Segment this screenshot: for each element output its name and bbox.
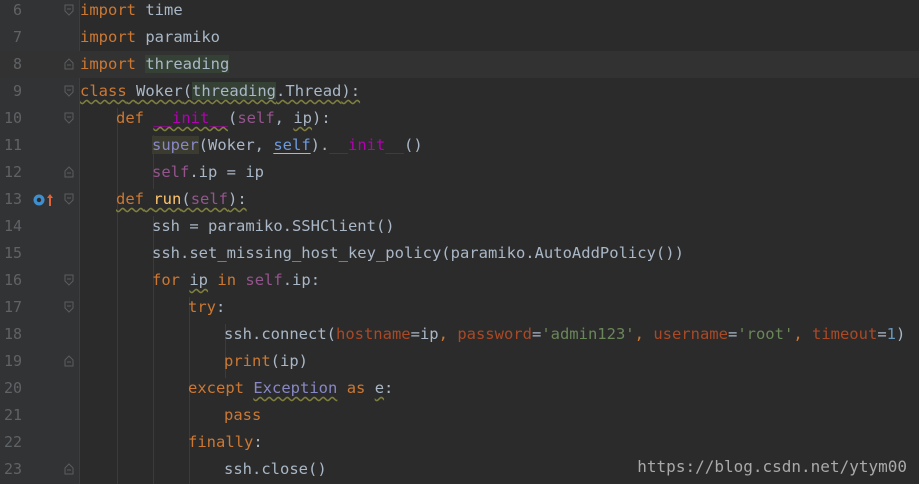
line-number: 22 — [3, 433, 22, 451]
line-number: 16 — [3, 271, 22, 289]
code-text: except Exception as e: — [188, 379, 394, 397]
code-text: import time — [80, 1, 183, 19]
code-text: pass — [224, 406, 262, 424]
line-number: 17 — [3, 298, 22, 316]
code-text: ssh.connect(hostname=ip, password='admin… — [224, 325, 906, 343]
line-number: 8 — [12, 55, 22, 73]
code-line[interactable]: 18 ssh.connect(hostname=ip, password='ad… — [0, 321, 919, 348]
watermark: https://blog.csdn.net/ytym00 — [637, 457, 907, 476]
code-text: def run(self): — [116, 190, 247, 208]
code-line[interactable]: 11 super(Woker, self).__init__() — [0, 132, 919, 159]
line-number: 21 — [3, 406, 22, 424]
fold-close-icon[interactable] — [64, 463, 74, 475]
code-line[interactable]: 19 print(ip) — [0, 348, 919, 375]
code-text: super(Woker, self).__init__() — [152, 136, 423, 154]
line-number: 6 — [12, 1, 22, 19]
code-text: import threading — [80, 55, 230, 73]
code-line[interactable]: 22 finally: — [0, 429, 919, 456]
line-number: 12 — [3, 163, 22, 181]
code-line[interactable]: 16 for ip in self.ip: — [0, 267, 919, 294]
code-text: def __init__(self, ip): — [116, 109, 331, 127]
code-text: try: — [188, 298, 226, 316]
fold-close-icon[interactable] — [64, 355, 74, 367]
line-number: 13 — [3, 190, 22, 208]
code-line[interactable]: 21 pass — [0, 402, 919, 429]
code-line-current[interactable]: 8 import threading — [0, 51, 919, 78]
code-text: print(ip) — [224, 352, 308, 370]
code-line[interactable]: 20 except Exception as e: — [0, 375, 919, 402]
code-text: for ip in self.ip: — [152, 271, 321, 289]
fold-open-icon[interactable] — [64, 301, 74, 313]
code-text: self.ip = ip — [152, 163, 264, 181]
line-number: 11 — [3, 136, 22, 154]
fold-close-icon[interactable] — [64, 166, 74, 178]
up-arrow-icon — [46, 186, 54, 213]
fold-open-icon[interactable] — [64, 193, 74, 205]
line-number: 20 — [3, 379, 22, 397]
code-text: import paramiko — [80, 28, 220, 46]
code-text: ssh.close() — [224, 460, 327, 478]
override-method-icon[interactable] — [33, 186, 45, 213]
code-text: ssh.set_missing_host_key_policy(paramiko… — [152, 244, 684, 262]
code-editor[interactable]: 6 import time 7 import paramiko 8 import… — [0, 0, 919, 484]
code-line[interactable]: 13 def run(self): — [0, 186, 919, 213]
fold-open-icon[interactable] — [64, 112, 74, 124]
code-line[interactable]: 15 ssh.set_missing_host_key_policy(param… — [0, 240, 919, 267]
line-number: 23 — [3, 460, 22, 478]
line-number: 19 — [3, 352, 22, 370]
code-line[interactable]: 10 def __init__(self, ip): — [0, 105, 919, 132]
code-line[interactable]: 6 import time — [0, 0, 919, 24]
code-line[interactable]: 9 class Woker(threading.Thread): — [0, 78, 919, 105]
line-number: 18 — [3, 325, 22, 343]
line-number: 9 — [12, 82, 22, 100]
fold-open-icon[interactable] — [64, 4, 74, 16]
code-text: finally: — [188, 433, 263, 451]
fold-close-icon[interactable] — [64, 58, 74, 70]
code-text: class Woker(threading.Thread): — [80, 82, 361, 100]
code-line[interactable]: 12 self.ip = ip — [0, 159, 919, 186]
line-number: 15 — [3, 244, 22, 262]
line-number: 14 — [3, 217, 22, 235]
line-number: 10 — [3, 109, 22, 127]
fold-open-icon[interactable] — [64, 85, 74, 97]
fold-open-icon[interactable] — [64, 274, 74, 286]
code-line[interactable]: 17 try: — [0, 294, 919, 321]
code-line[interactable]: 14 ssh = paramiko.SSHClient() — [0, 213, 919, 240]
code-line[interactable]: 7 import paramiko — [0, 24, 919, 51]
line-number: 7 — [12, 28, 22, 46]
code-text: ssh = paramiko.SSHClient() — [152, 217, 395, 235]
